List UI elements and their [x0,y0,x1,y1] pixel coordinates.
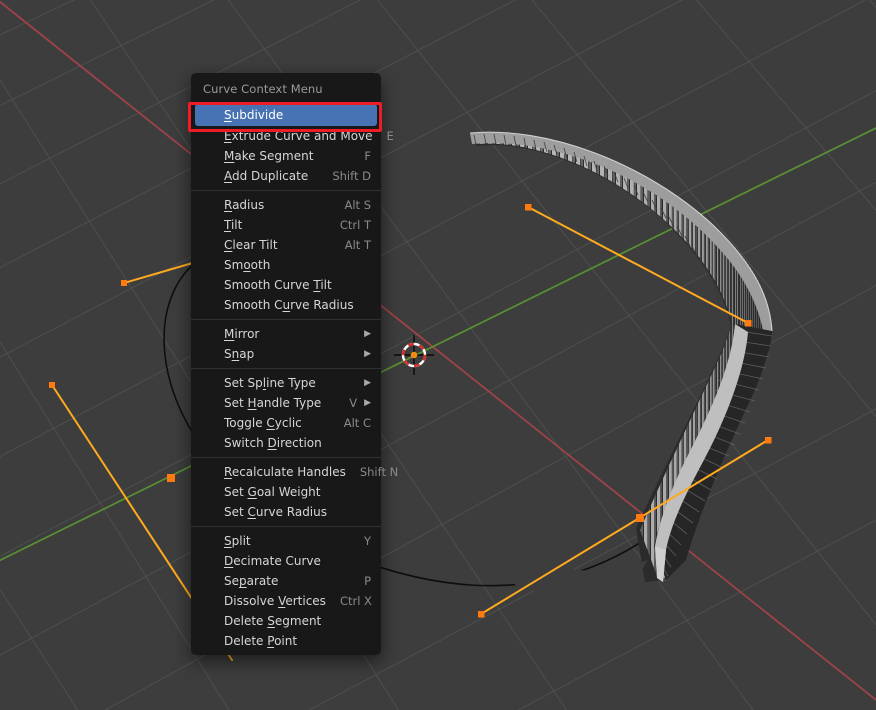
chevron-right-icon: ▶ [364,377,371,388]
menu-item-recalculate-handles[interactable]: Recalculate Handles Shift N [191,462,398,482]
menu-item-snap[interactable]: Snap ▶ [191,344,381,364]
menu-item-label: Set Handle Type [224,396,322,410]
menu-item-label: Extrude Curve and Move [224,129,373,143]
menu-separator [191,319,381,320]
blender-window: Curve Context Menu Subdivide Extrude Curv… [0,0,876,710]
menu-item-label: Switch Direction [224,436,322,450]
menu-item-label: Smooth [224,258,271,272]
menu-item-add-duplicate[interactable]: Add Duplicate Shift D [191,166,381,186]
context-menu-title: Curve Context Menu [203,82,323,96]
menu-item-label: Clear Tilt [224,238,278,252]
menu-item-shortcut: P [364,574,371,588]
menu-item-set-goal-weight[interactable]: Set Goal Weight [191,482,381,502]
menu-item-set-spline-type[interactable]: Set Spline Type ▶ [191,373,381,393]
handle-endpoint-2 [745,320,752,327]
menu-item-smooth[interactable]: Smooth [191,255,381,275]
menu-item-set-handle-type[interactable]: Set Handle Type V ▶ [191,393,381,413]
menu-item-shortcut: E [386,129,394,143]
handle-endpoint-4 [49,382,55,388]
menu-item-mirror[interactable]: Mirror ▶ [191,324,381,344]
menu-item-label: Set Goal Weight [224,485,321,499]
handle-control-point-bottom [636,514,644,522]
chevron-right-icon: ▶ [364,397,371,408]
menu-item-set-curve-radius[interactable]: Set Curve Radius [191,502,381,522]
menu-item-label: Subdivide [224,108,284,122]
menu-item-label: Add Duplicate [224,169,309,183]
menu-item-label: Radius [224,198,265,212]
menu-item-shortcut: Shift N [359,465,399,479]
menu-item-label: Delete Point [224,634,298,648]
menu-item-shortcut: Alt S [344,198,371,212]
menu-item-label: Set Spline Type [224,376,316,390]
menu-item-dissolve-vertices[interactable]: Dissolve Vertices Ctrl X [191,591,381,611]
menu-item-label: Mirror [224,327,260,341]
menu-item-label: Recalculate Handles [224,465,346,479]
menu-item-label: Decimate Curve [224,554,321,568]
menu-item-shortcut: V [349,396,358,410]
menu-item-label: Separate [224,574,279,588]
menu-item-shortcut: Y [363,534,371,548]
menu-item-delete-point[interactable]: Delete Point [191,631,381,651]
menu-item-subdivide[interactable]: Subdivide [195,104,377,126]
menu-item-toggle-cyclic[interactable]: Toggle Cyclic Alt C [191,413,381,433]
menu-item-shortcut: Ctrl X [339,594,372,608]
menu-item-separate[interactable]: Separate P [191,571,381,591]
menu-item-label: Split [224,534,251,548]
menu-item-shortcut: Alt T [344,238,371,252]
menu-item-label: Snap [224,347,255,361]
menu-item-label: Delete Segment [224,614,322,628]
chevron-right-icon: ▶ [364,328,371,339]
menu-item-shortcut: Alt C [343,416,371,430]
menu-item-label: Dissolve Vertices [224,594,326,608]
menu-item-make-segment[interactable]: Make Segment F [191,146,381,166]
menu-item-smooth-curve-tilt[interactable]: Smooth Curve Tilt [191,275,381,295]
menu-item-label: Tilt [224,218,243,232]
menu-item-extrude-curve-and-move[interactable]: Extrude Curve and Move E [191,126,394,146]
handle-endpoint-3 [121,280,127,286]
menu-separator [191,368,381,369]
handle-endpoint-5 [478,611,485,618]
menu-separator [191,526,381,527]
curve-context-menu[interactable]: Curve Context Menu Subdivide Extrude Curv… [191,73,398,655]
menu-item-shortcut: F [364,149,371,163]
menu-separator [191,457,381,458]
menu-separator [191,190,381,191]
menu-item-clear-tilt[interactable]: Clear Tilt Alt T [191,235,381,255]
menu-item-shortcut: Ctrl T [339,218,371,232]
menu-item-decimate-curve[interactable]: Decimate Curve [191,551,381,571]
menu-item-tilt[interactable]: Tilt Ctrl T [191,215,381,235]
menu-item-radius[interactable]: Radius Alt S [191,195,381,215]
menu-item-label: Make Segment [224,149,314,163]
3d-viewport[interactable] [0,0,876,710]
menu-item-label: Toggle Cyclic [224,416,302,430]
menu-item-label: Smooth Curve Radius [224,298,354,312]
handle-endpoint-6 [765,437,772,444]
menu-item-label: Smooth Curve Tilt [224,278,332,292]
menu-item-delete-segment[interactable]: Delete Segment [191,611,381,631]
menu-item-label: Set Curve Radius [224,505,327,519]
menu-item-split[interactable]: Split Y [191,531,381,551]
menu-item-shortcut: Shift D [332,169,371,183]
menu-item-switch-direction[interactable]: Switch Direction [191,433,381,453]
handle-control-point-center [167,474,175,482]
context-menu-items: Subdivide Extrude Curve and Move E Make Seg… [191,104,398,651]
handle-endpoint-1 [525,204,532,211]
chevron-right-icon: ▶ [364,348,371,359]
menu-item-smooth-curve-radius[interactable]: Smooth Curve Radius [191,295,381,315]
